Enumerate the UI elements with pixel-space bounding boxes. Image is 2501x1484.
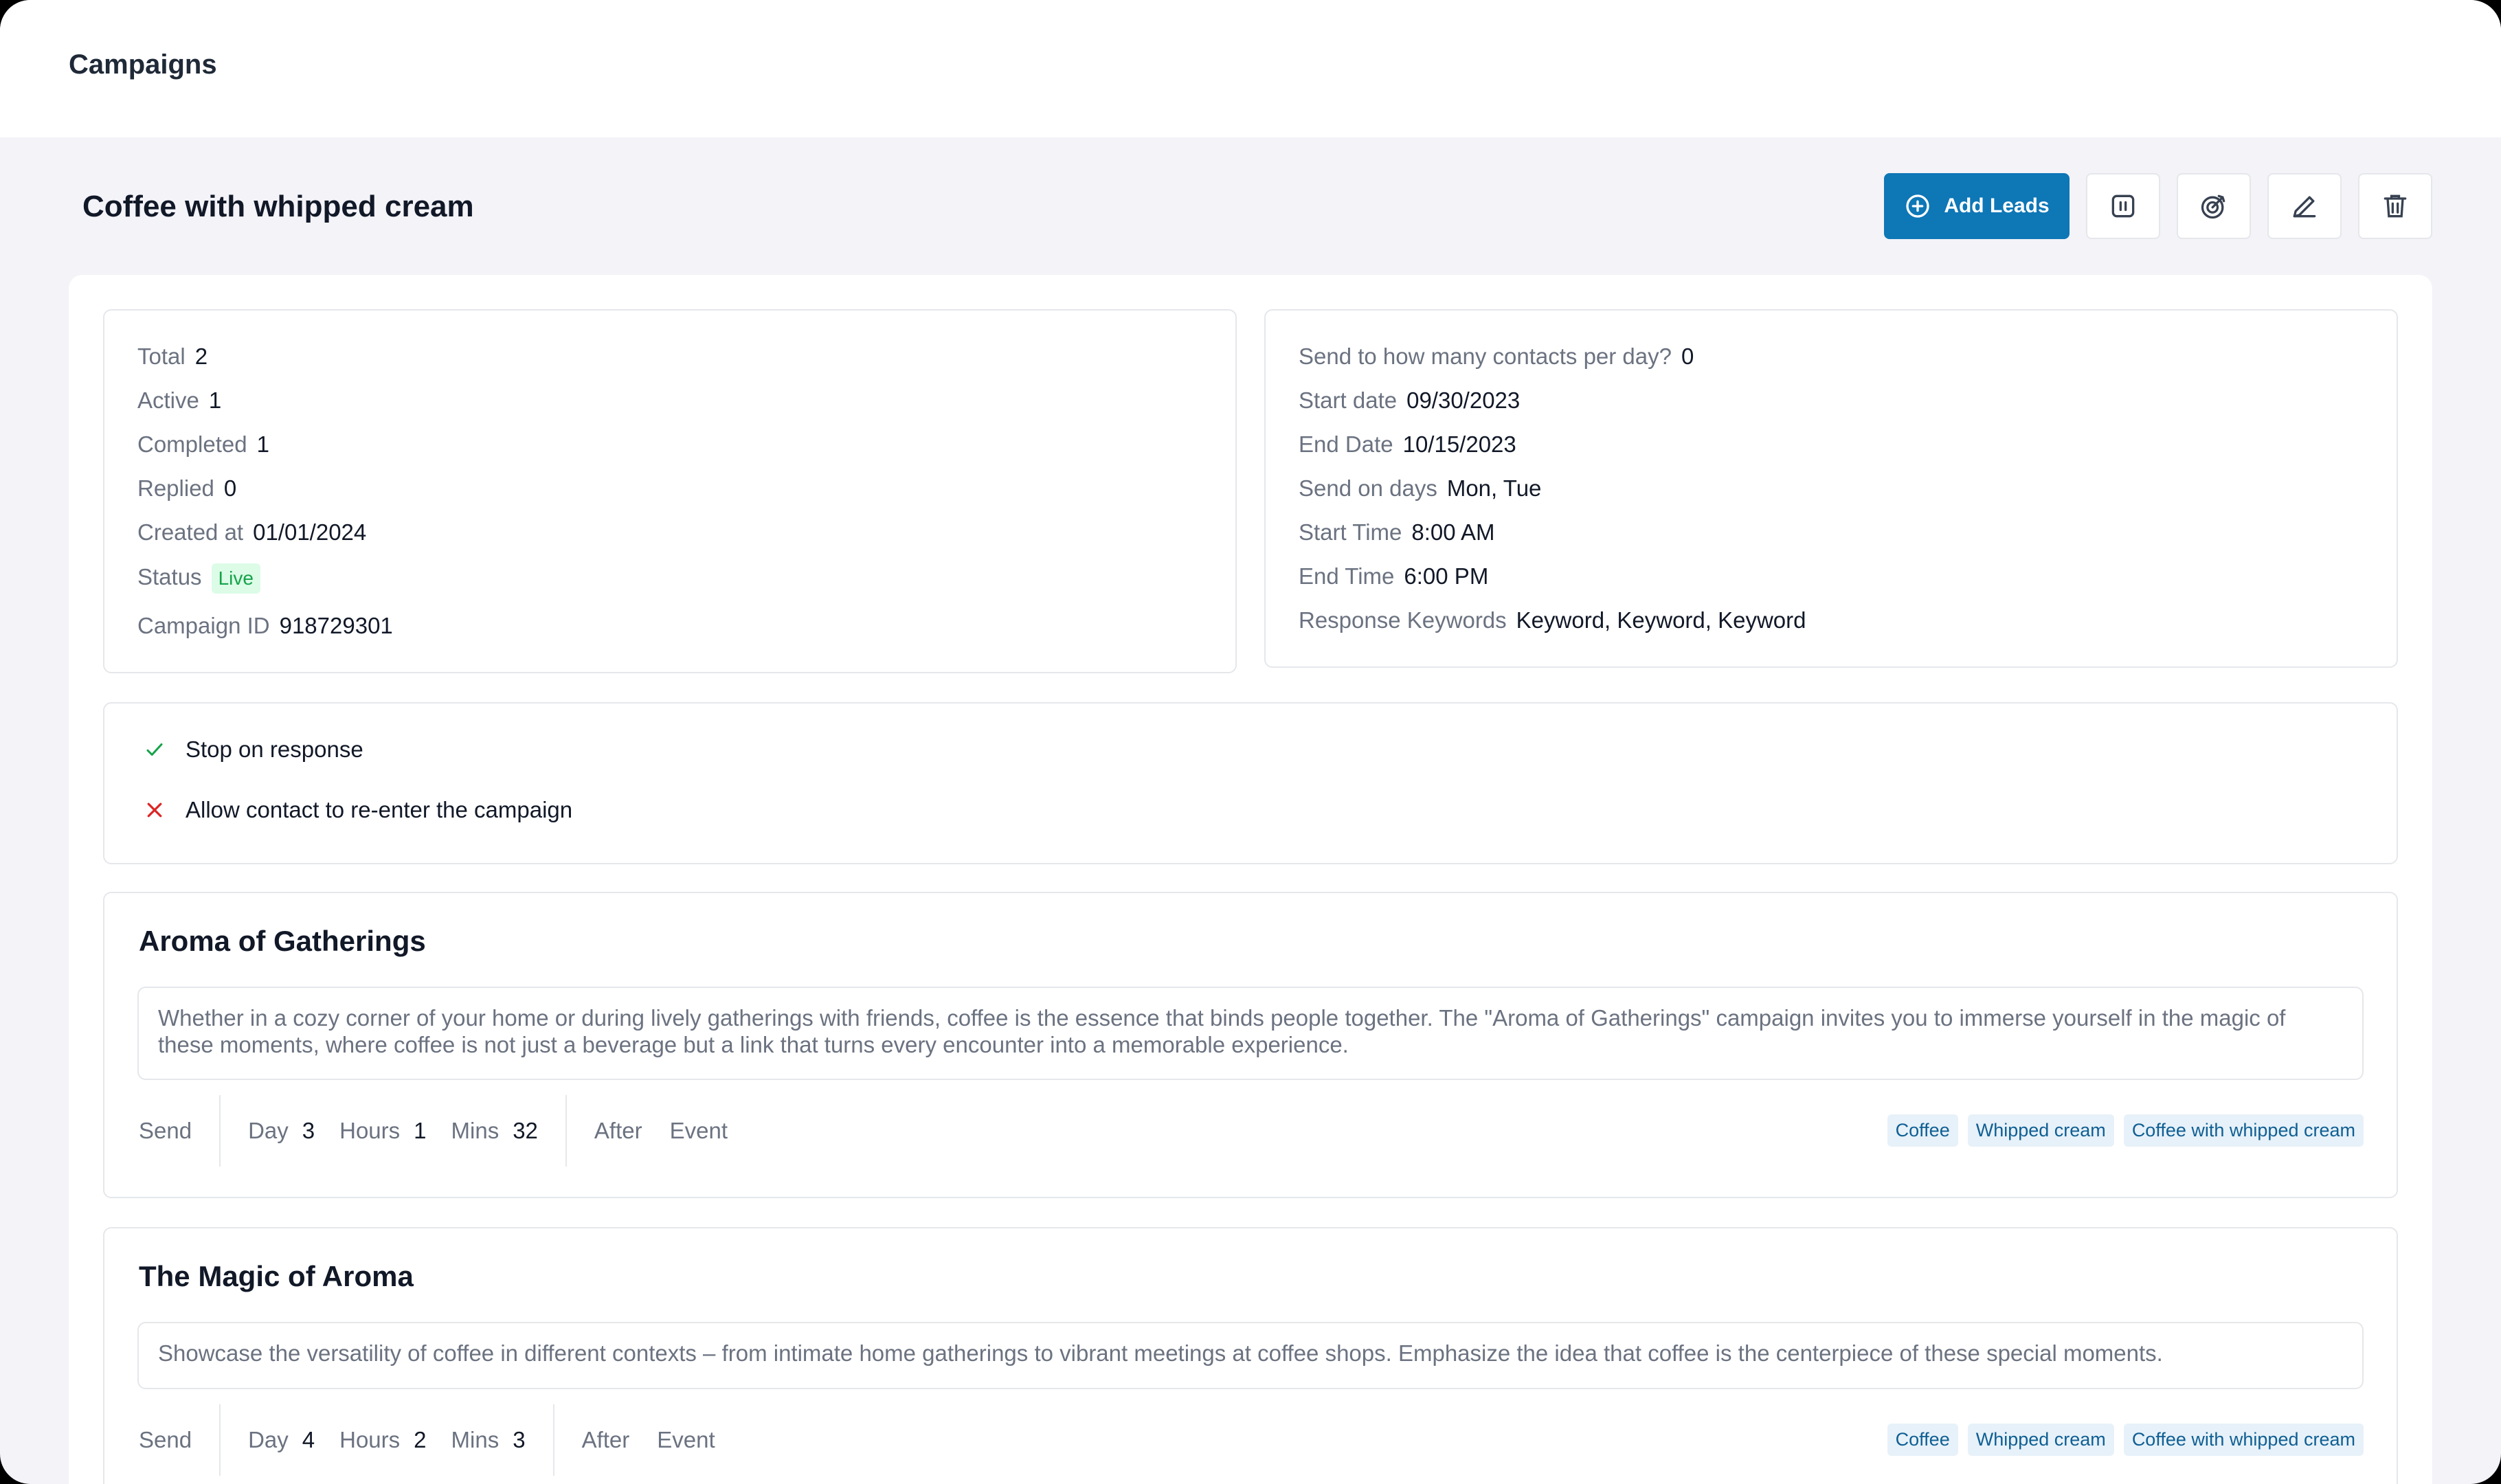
stat-total: Total 2 [137,344,208,369]
app-window: Campaigns Coffee with whipped cream Add … [0,0,2501,1484]
setting-start-date: Start date 09/30/2023 [1299,387,1521,413]
stats-panel: Total 2 Active 1 Completed 1 Replied 0 C… [103,309,1237,673]
close-icon [147,802,162,818]
campaign-title: Coffee with whipped cream [82,190,474,223]
step-tags: Coffee Whipped cream Coffee with whipped… [1887,1114,2364,1147]
tag: Coffee [1887,1114,1958,1147]
setting-start-time: Start Time 8:00 AM [1299,519,1495,545]
campaign-details-card: Total 2 Active 1 Completed 1 Replied 0 C… [69,275,2432,1484]
stat-replied: Replied 0 [137,475,237,501]
target-icon [2201,194,2225,219]
option-reenter: Allow contact to re-enter the campaign [144,797,572,823]
stat-campaign-id: Campaign ID 918729301 [137,613,393,638]
setting-response-keywords: Response Keywords Keyword, Keyword, Keyw… [1299,607,1806,633]
campaign-step: Aroma of Gatherings Whether in a cozy co… [103,892,2398,1198]
step-schedule: Send Day 4 Hours 2 Mins 3 After Event [139,1404,715,1476]
plus-circle-icon [1906,194,1929,218]
edit-icon [2293,196,2316,218]
step-schedule: Send Day 3 Hours 1 Mins 32 After Event [139,1095,728,1167]
target-button[interactable] [2177,173,2251,239]
stat-active: Active 1 [137,387,222,413]
campaign-actions: Add Leads [1884,173,2432,239]
pause-button[interactable] [2086,173,2160,239]
setting-per-day: Send to how many contacts per day? 0 [1299,344,1694,369]
stat-completed: Completed 1 [137,431,269,457]
step-tags: Coffee Whipped cream Coffee with whipped… [1887,1424,2364,1456]
setting-end-date: End Date 10/15/2023 [1299,431,1516,457]
option-stop-on-response: Stop on response [144,737,363,763]
tag: Whipped cream [1967,1114,2114,1147]
add-leads-button[interactable]: Add Leads [1884,173,2070,239]
step-description: Showcase the versatility of coffee in di… [137,1322,2364,1389]
check-icon [146,743,163,756]
setting-send-days: Send on days Mon, Tue [1299,475,1542,501]
settings-panel: Send to how many contacts per day? 0 Sta… [1264,309,2398,668]
step-title: The Magic of Aroma [139,1260,414,1292]
delete-button[interactable] [2358,173,2432,239]
options-panel: Stop on response Allow contact to re-ent… [103,702,2398,864]
pause-icon [2111,194,2135,218]
step-title: Aroma of Gatherings [139,925,426,957]
status-badge: Live [211,563,260,594]
app-title: Campaigns [69,49,217,80]
stat-created: Created at 01/01/2024 [137,519,367,545]
tag: Coffee [1887,1424,1958,1456]
step-description: Whether in a cozy corner of your home or… [137,987,2364,1080]
trash-icon [2384,194,2407,218]
setting-end-time: End Time 6:00 PM [1299,563,1489,589]
top-bar: Campaigns [0,0,2501,137]
tag: Coffee with whipped cream [2123,1424,2364,1456]
tag: Coffee with whipped cream [2123,1114,2364,1147]
tag: Whipped cream [1967,1424,2114,1456]
stat-status: Status Live [137,563,260,594]
campaign-step: The Magic of Aroma Showcase the versatil… [103,1227,2398,1484]
edit-button[interactable] [2267,173,2342,239]
add-leads-label: Add Leads [1944,194,2050,217]
